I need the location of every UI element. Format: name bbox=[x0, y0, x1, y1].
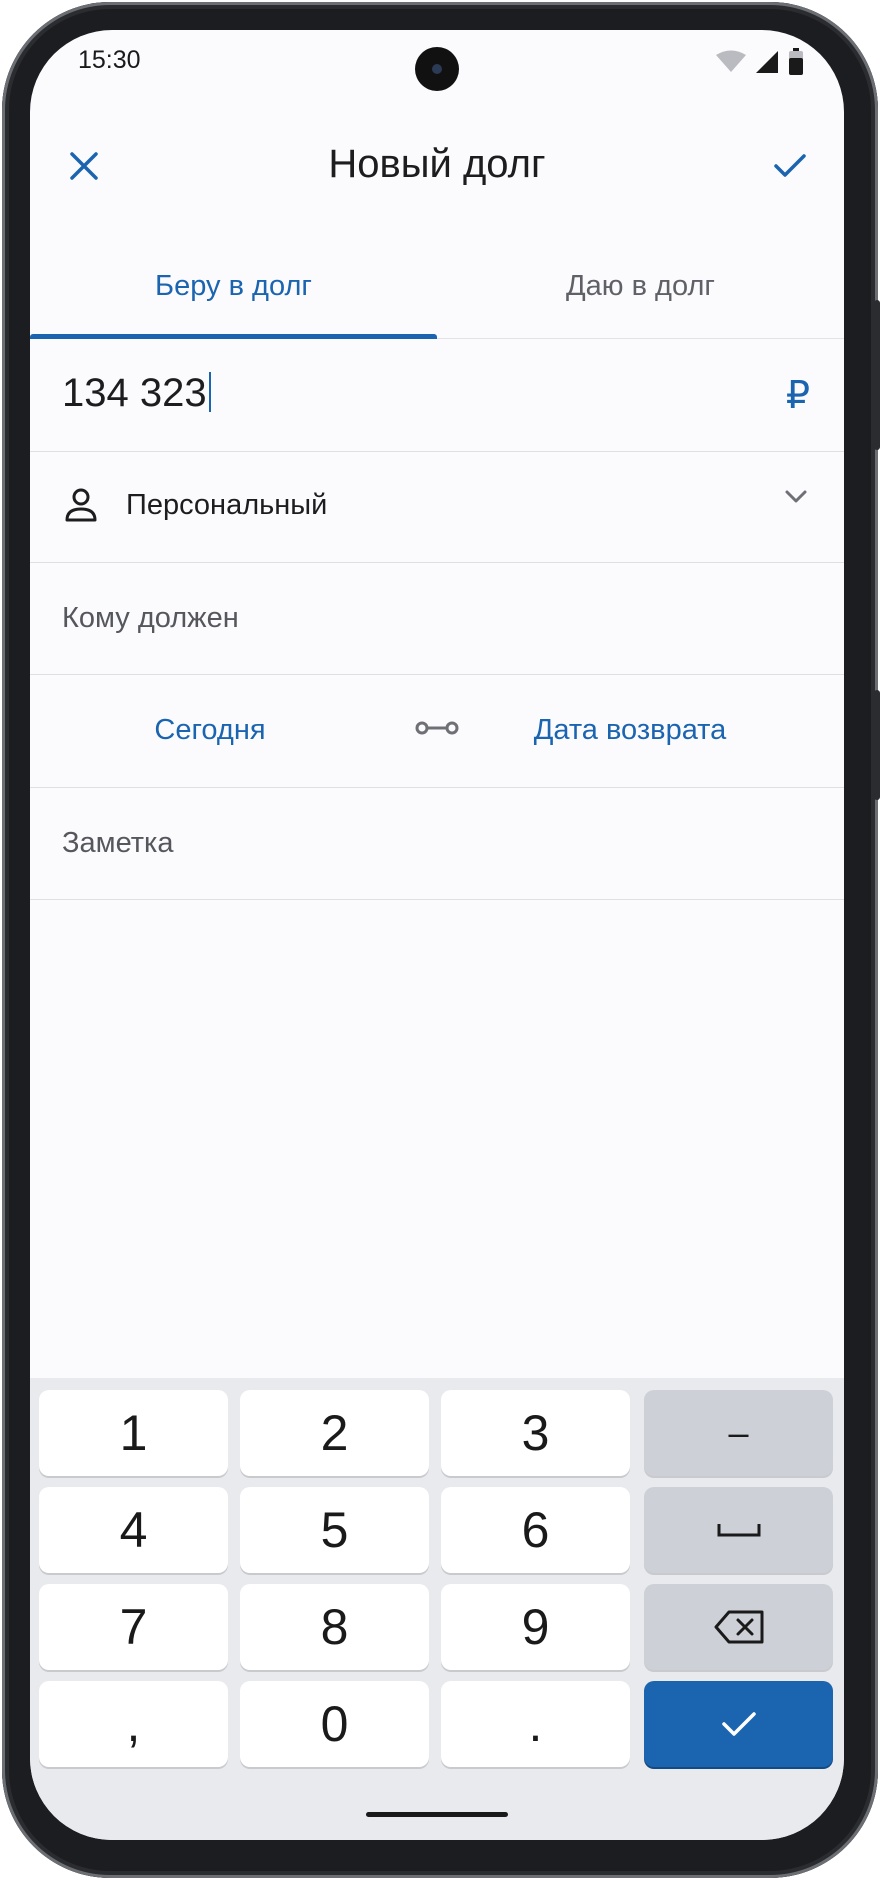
power-button bbox=[874, 690, 880, 800]
home-indicator[interactable] bbox=[366, 1812, 508, 1817]
space-icon bbox=[717, 1524, 760, 1537]
confirm-button[interactable] bbox=[764, 140, 816, 192]
volume-button bbox=[874, 300, 880, 450]
key-3[interactable]: 3 bbox=[441, 1390, 630, 1476]
numeric-keypad: 1 2 3 – 4 5 6 7 8 9 , 0 . bbox=[30, 1378, 844, 1840]
category-select[interactable]: Персональный bbox=[30, 451, 844, 563]
text-cursor bbox=[208, 372, 211, 412]
key-2[interactable]: 2 bbox=[240, 1390, 429, 1476]
key-8[interactable]: 8 bbox=[240, 1584, 429, 1670]
amount-value-wrap: 134 323 bbox=[62, 371, 211, 416]
amount-field[interactable]: 134 323 ₽ bbox=[30, 339, 844, 452]
signal-icon bbox=[756, 51, 778, 73]
key-5[interactable]: 5 bbox=[240, 1487, 429, 1573]
key-dot[interactable]: . bbox=[441, 1681, 630, 1767]
key-6[interactable]: 6 bbox=[441, 1487, 630, 1573]
check-icon bbox=[721, 1712, 756, 1736]
status-icons bbox=[716, 48, 804, 76]
key-4[interactable]: 4 bbox=[39, 1487, 228, 1573]
key-space[interactable] bbox=[644, 1487, 833, 1573]
tab-borrow[interactable]: Беру в долг bbox=[30, 234, 437, 338]
page-title: Новый долг bbox=[328, 142, 546, 186]
check-icon bbox=[774, 154, 806, 177]
link-icon bbox=[415, 721, 459, 735]
amount-value: 134 323 bbox=[62, 371, 207, 415]
screen: 15:30 Новый долг Беру в долг Даю в долг … bbox=[30, 30, 844, 1840]
key-ok[interactable] bbox=[644, 1681, 833, 1767]
dates-row: Сегодня Дата возврата bbox=[30, 674, 844, 788]
key-minus[interactable]: – bbox=[644, 1390, 833, 1476]
creditor-field[interactable]: Кому должен bbox=[30, 562, 844, 675]
key-comma[interactable]: , bbox=[39, 1681, 228, 1767]
person-icon bbox=[65, 488, 97, 522]
status-time: 15:30 bbox=[78, 46, 141, 74]
category-label: Персональный bbox=[126, 489, 328, 521]
key-1[interactable]: 1 bbox=[39, 1390, 228, 1476]
key-9[interactable]: 9 bbox=[441, 1584, 630, 1670]
wifi-icon bbox=[716, 50, 746, 72]
tab-lend[interactable]: Даю в долг bbox=[437, 234, 844, 338]
start-date-button[interactable]: Сегодня bbox=[110, 714, 310, 747]
front-camera bbox=[415, 47, 459, 91]
key-0[interactable]: 0 bbox=[240, 1681, 429, 1767]
backspace-icon bbox=[714, 1610, 763, 1644]
key-backspace[interactable] bbox=[644, 1584, 833, 1670]
return-date-button[interactable]: Дата возврата bbox=[480, 714, 780, 747]
currency-symbol[interactable]: ₽ bbox=[786, 373, 810, 418]
battery-icon bbox=[789, 48, 803, 75]
creditor-placeholder: Кому должен bbox=[62, 602, 239, 634]
app-bar: Новый долг bbox=[30, 120, 844, 212]
note-field[interactable]: Заметка bbox=[30, 787, 844, 900]
debt-type-tabs: Беру в долг Даю в долг bbox=[30, 234, 844, 339]
chevron-down-icon bbox=[785, 490, 807, 503]
key-7[interactable]: 7 bbox=[39, 1584, 228, 1670]
status-bar: 15:30 bbox=[30, 30, 844, 94]
note-placeholder: Заметка bbox=[62, 827, 174, 859]
